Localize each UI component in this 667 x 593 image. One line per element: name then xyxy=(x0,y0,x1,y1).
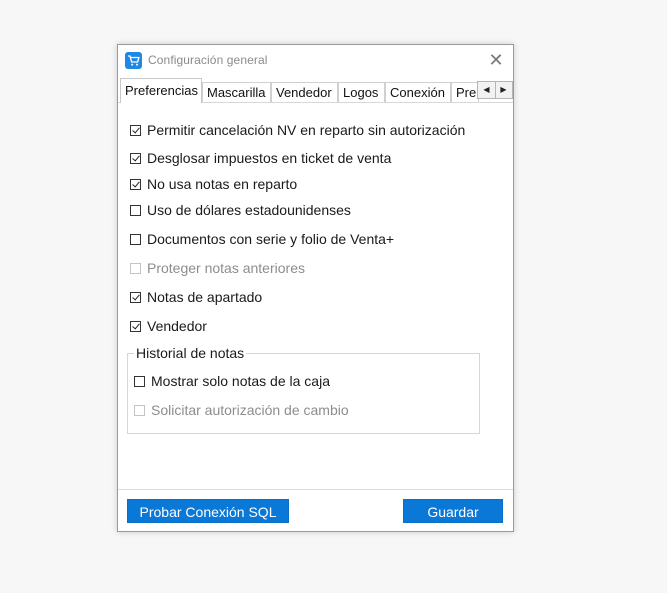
footer-divider xyxy=(118,489,513,490)
checkbox-box xyxy=(130,262,141,274)
checkbox-label: Proteger notas anteriores xyxy=(147,260,305,276)
checkbox-notas-apartado[interactable]: Notas de apartado xyxy=(130,288,262,306)
tab-label: Preferencias xyxy=(125,83,198,98)
checkbox-desglosar-impuestos[interactable]: Desglosar impuestos en ticket de venta xyxy=(130,149,391,167)
title-bar: Configuración general ✕ xyxy=(118,45,513,77)
checkbox-uso-dolares[interactable]: Uso de dólares estadounidenses xyxy=(130,201,351,219)
checkbox-label: Permitir cancelación NV en reparto sin a… xyxy=(147,122,466,138)
checkbox-label: Desglosar impuestos en ticket de venta xyxy=(147,150,392,166)
checkbox-label: Vendedor xyxy=(147,318,207,334)
checkbox-box[interactable] xyxy=(134,375,145,387)
tab-scroll-arrows: ◀ ▶ xyxy=(477,81,513,99)
tab-label: Pre xyxy=(456,85,477,100)
checkbox-box[interactable] xyxy=(130,152,141,164)
tab-partial[interactable]: Pre xyxy=(451,82,479,102)
tab-logos[interactable]: Logos xyxy=(338,82,385,102)
checkbox-proteger-notas: Proteger notas anteriores xyxy=(130,259,305,277)
checkbox-box[interactable] xyxy=(130,233,141,245)
checkbox-mostrar-solo-notas[interactable]: Mostrar solo notas de la caja xyxy=(134,372,330,390)
close-button[interactable]: ✕ xyxy=(485,50,507,72)
checkbox-box[interactable] xyxy=(130,204,141,216)
history-group-title: Historial de notas xyxy=(134,345,247,361)
checkbox-box[interactable] xyxy=(130,124,141,136)
checkbox-label: No usa notas en reparto xyxy=(147,176,298,192)
tab-label: Conexión xyxy=(390,85,445,100)
checkbox-label: Uso de dólares estadounidenses xyxy=(147,202,351,218)
tab-mascarilla[interactable]: Mascarilla xyxy=(202,82,271,102)
test-sql-connection-button[interactable]: Probar Conexión SQL xyxy=(127,499,289,523)
checkbox-label: Solicitar autorización de cambio xyxy=(151,402,349,418)
configuration-dialog: Configuración general ✕ Preferencias Mas… xyxy=(117,44,514,532)
tab-preferencias[interactable]: Preferencias xyxy=(120,78,202,103)
checkbox-box xyxy=(134,404,145,416)
tab-label: Vendedor xyxy=(276,85,332,100)
checkbox-permitir-cancelacion[interactable]: Permitir cancelación NV en reparto sin a… xyxy=(130,121,465,139)
tab-label: Logos xyxy=(343,85,379,100)
checkbox-box[interactable] xyxy=(130,178,141,190)
window-title: Configuración general xyxy=(148,53,268,67)
checkbox-label: Mostrar solo notas de la caja xyxy=(151,373,330,389)
history-groupbox xyxy=(127,353,480,434)
checkbox-label: Documentos con serie y folio de Venta+ xyxy=(147,231,395,247)
tab-conexion[interactable]: Conexión xyxy=(385,82,451,102)
checkbox-documentos-serie[interactable]: Documentos con serie y folio de Venta+ xyxy=(130,230,394,248)
checkbox-box[interactable] xyxy=(130,291,141,303)
checkbox-box[interactable] xyxy=(130,320,141,332)
checkbox-no-usa-notas[interactable]: No usa notas en reparto xyxy=(130,175,297,193)
tab-label: Mascarilla xyxy=(207,85,266,100)
save-button[interactable]: Guardar xyxy=(403,499,503,523)
close-icon: ✕ xyxy=(488,50,504,70)
tab-scroll-left-icon[interactable]: ◀ xyxy=(478,82,496,98)
checkbox-vendedor[interactable]: Vendedor xyxy=(130,317,207,335)
cart-icon xyxy=(125,52,142,69)
tab-scroll-right-icon[interactable]: ▶ xyxy=(495,82,512,98)
checkbox-solicitar-autorizacion: Solicitar autorización de cambio xyxy=(134,401,349,419)
checkbox-label: Notas de apartado xyxy=(147,289,263,305)
tab-vendedor[interactable]: Vendedor xyxy=(271,82,338,102)
